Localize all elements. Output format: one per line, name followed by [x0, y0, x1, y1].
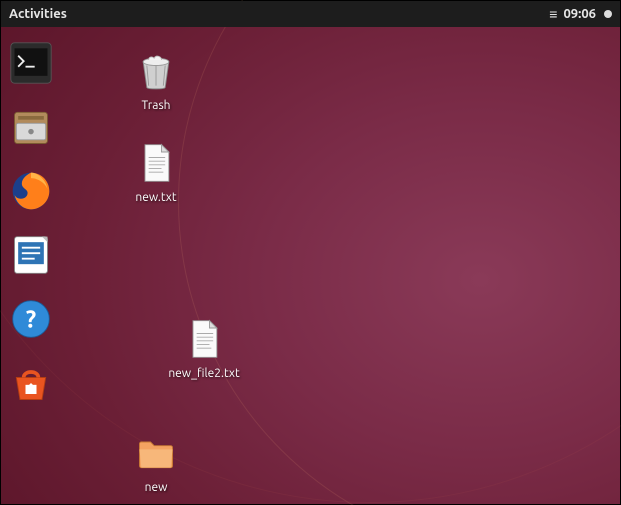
top-bar: Activities ≡ 09:06 — [1, 1, 620, 27]
dock-software-center[interactable] — [7, 359, 55, 407]
terminal-icon — [9, 41, 53, 85]
desktop-icon-new-folder[interactable]: new — [111, 429, 201, 495]
desktop-icon-label: Trash — [111, 99, 201, 113]
dock: ? — [7, 39, 65, 407]
desktop-icon-label: new_file2.txt — [159, 367, 249, 381]
dock-files[interactable] — [7, 103, 55, 151]
menu-icon: ≡ — [549, 7, 557, 21]
desktop[interactable]: Trash new.txt — [71, 31, 620, 504]
desktop-icon-trash[interactable]: Trash — [111, 47, 201, 113]
text-file-icon — [132, 139, 180, 187]
firefox-icon — [9, 169, 53, 213]
system-menu[interactable]: ≡ 09:06 — [549, 7, 612, 21]
help-icon: ? — [9, 297, 53, 341]
clock: 09:06 — [563, 7, 596, 21]
desktop-icon-label: new.txt — [111, 191, 201, 205]
svg-text:?: ? — [26, 305, 36, 332]
status-dot-icon — [604, 10, 612, 18]
folder-icon — [132, 429, 180, 477]
dock-help[interactable]: ? — [7, 295, 55, 343]
software-center-icon — [9, 361, 53, 405]
text-file-icon — [180, 315, 228, 363]
trash-icon — [132, 47, 180, 95]
dock-terminal[interactable] — [7, 39, 55, 87]
desktop-icon-new-file2[interactable]: new_file2.txt — [159, 315, 249, 381]
file-manager-icon — [9, 105, 53, 149]
desktop-icon-label: new — [111, 481, 201, 495]
dock-libreoffice-writer[interactable] — [7, 231, 55, 279]
activities-button[interactable]: Activities — [9, 7, 67, 21]
desktop-icon-new-txt[interactable]: new.txt — [111, 139, 201, 205]
dock-firefox[interactable] — [7, 167, 55, 215]
writer-icon — [9, 233, 53, 277]
